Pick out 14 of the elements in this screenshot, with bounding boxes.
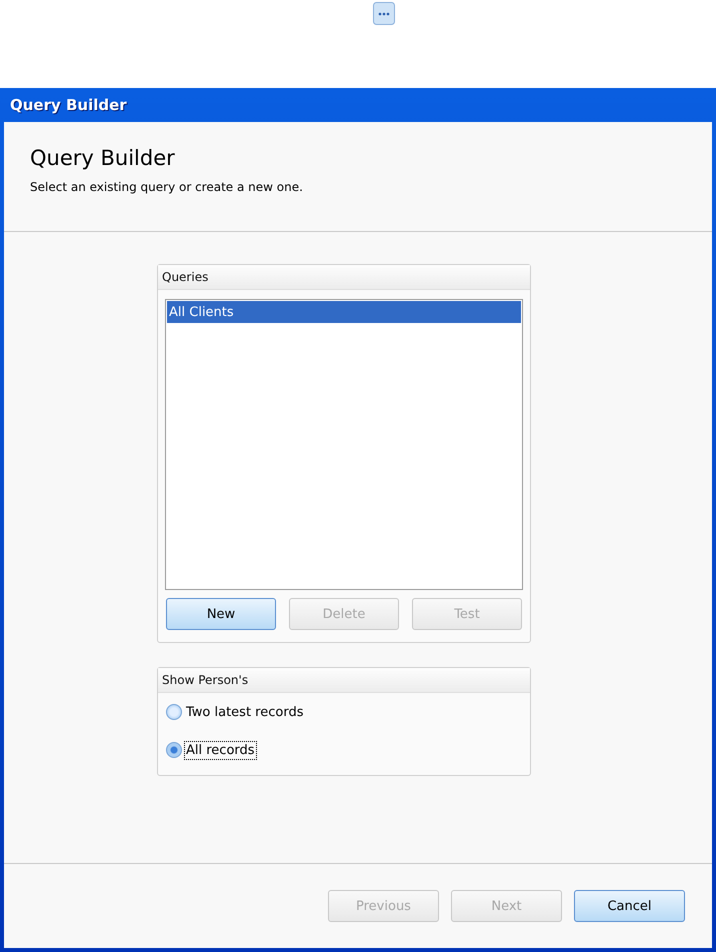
page-subtitle: Select an existing query or create a new one. xyxy=(30,180,304,194)
footer-button[interactable]: Cancel xyxy=(574,890,685,922)
radio-button[interactable] xyxy=(166,742,182,758)
radio-label[interactable]: Two latest records xyxy=(184,702,306,722)
radio-button[interactable] xyxy=(166,704,182,720)
radio-label[interactable]: All records xyxy=(184,740,257,760)
group-title: Show Person's xyxy=(162,673,248,687)
query-list[interactable]: All Clients xyxy=(165,299,523,590)
window-title: Query Builder xyxy=(10,96,127,114)
more-icon[interactable] xyxy=(373,2,395,25)
query-item[interactable]: All Clients xyxy=(167,301,521,323)
page-title: Query Builder xyxy=(30,146,176,170)
group-title: Queries xyxy=(162,270,208,284)
query-button[interactable]: New xyxy=(166,598,276,630)
